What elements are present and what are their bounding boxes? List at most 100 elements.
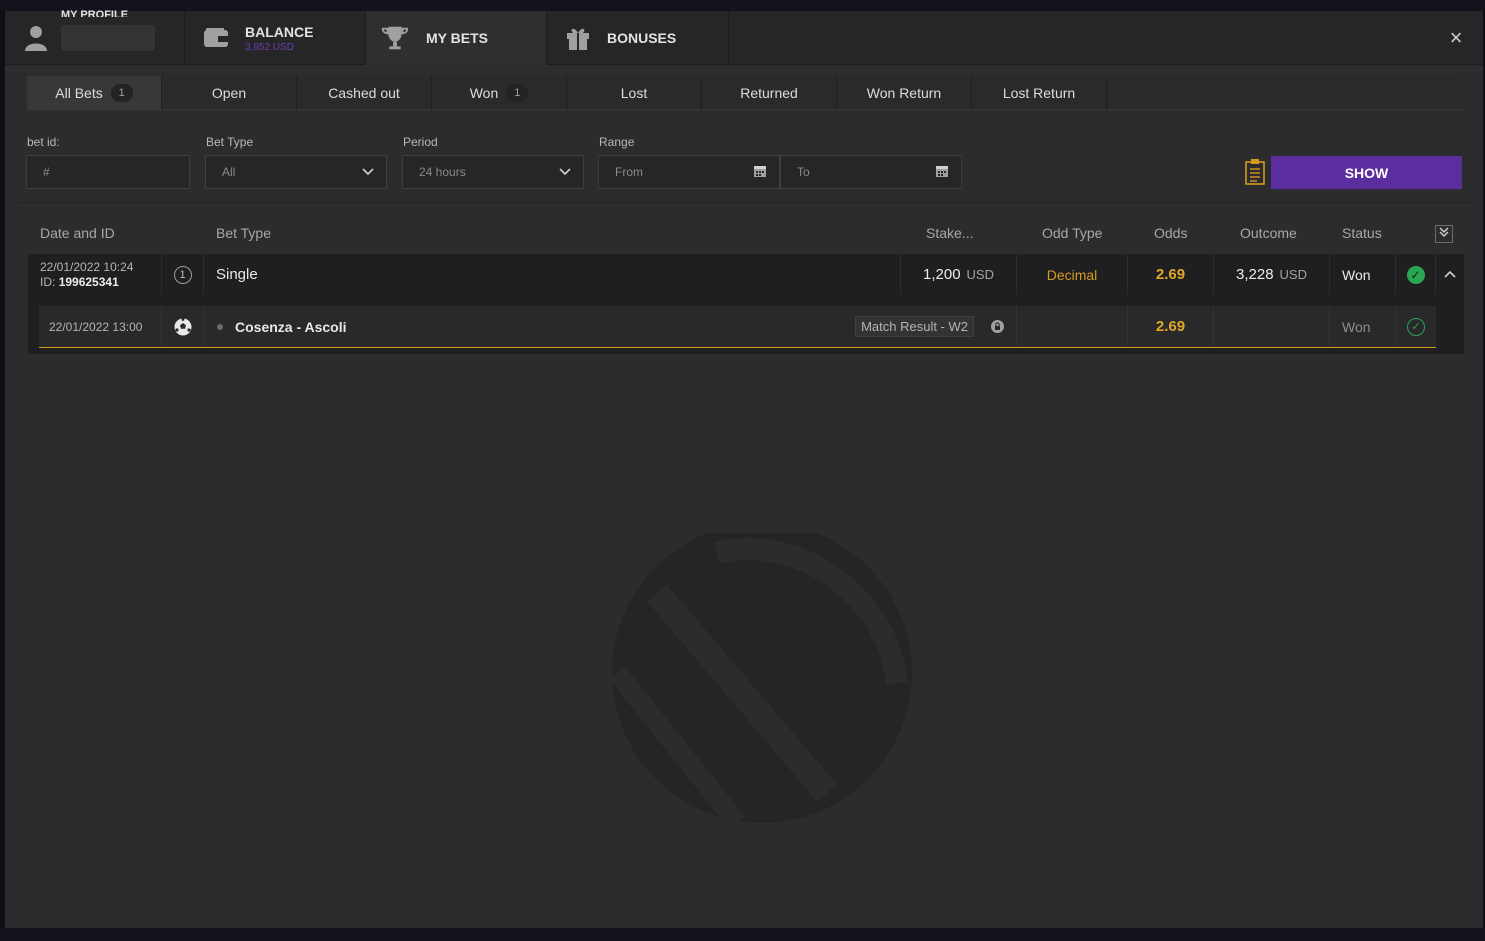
- bet-id-prefix: ID:: [40, 274, 56, 289]
- range-to-input[interactable]: To: [780, 155, 962, 189]
- logo-watermark-icon: [609, 533, 912, 830]
- lock-icon: [991, 320, 1004, 333]
- bet-count-cell: 1: [162, 254, 204, 295]
- bet-id-label: bet id:: [27, 135, 60, 149]
- balance-amount: 3,952 USD: [245, 41, 294, 53]
- sport-cell: [162, 306, 204, 347]
- filter-tab-cashed-out[interactable]: Cashed out: [297, 76, 432, 110]
- bets-table: Date and ID Bet Type Stake... Odd Type O…: [17, 202, 1474, 916]
- status-cell: Won: [1330, 254, 1396, 295]
- filter-tab-won-return[interactable]: Won Return: [837, 76, 972, 110]
- selection-date-cell: 22/01/2022 13:00: [39, 306, 162, 347]
- bet-type-label: Bet Type: [206, 135, 254, 149]
- chevron-down-icon: [559, 165, 571, 180]
- filter-tab-open[interactable]: Open: [162, 76, 297, 110]
- odd-type-value: Decimal: [1046, 266, 1098, 283]
- range-from-input[interactable]: From: [598, 155, 780, 189]
- filter-tab-label: Won: [469, 85, 499, 101]
- filter-tab-lost-return[interactable]: Lost Return: [972, 76, 1107, 110]
- bet-id: 199625341: [58, 274, 119, 289]
- selection-status: Won: [1342, 318, 1371, 335]
- filter-count-badge: 1: [506, 84, 529, 102]
- outcome-amount: 3,228: [1236, 266, 1274, 283]
- odd-type-cell: Decimal: [1017, 254, 1128, 295]
- bet-type-value: All: [222, 165, 236, 179]
- chevron-down-icon: [362, 165, 374, 180]
- range-to-placeholder: To: [797, 165, 810, 179]
- close-icon: ×: [1449, 25, 1463, 50]
- column-outcome[interactable]: Outcome: [1240, 213, 1297, 253]
- chevron-up-icon: [1444, 270, 1456, 278]
- selection-odds: 2.69: [1155, 318, 1186, 335]
- filters-panel: All Bets 1 Open Cashed out Won 1 Lost Retu…: [17, 76, 1474, 202]
- close-button[interactable]: ×: [1445, 27, 1467, 49]
- event-cell: Cosenza - Ascoli Match Result - W2: [204, 306, 1017, 347]
- filter-tab-label: Returned: [740, 85, 798, 101]
- bet-type-cell: Single: [204, 254, 901, 295]
- trophy-icon: [380, 23, 410, 53]
- filter-tab-all-bets[interactable]: All Bets 1: [27, 76, 162, 110]
- bet-id-placeholder: #: [43, 165, 50, 179]
- bet-date-id-cell: 22/01/2022 10:24 ID: 199625341: [28, 254, 162, 295]
- table-row[interactable]: 22/01/2022 10:24 ID: 199625341 1 Single …: [28, 254, 1464, 295]
- status-filter-tabs: All Bets 1 Open Cashed out Won 1 Lost Retu…: [27, 76, 1463, 110]
- selection-odd-type-cell: [1017, 306, 1128, 347]
- filter-tab-won[interactable]: Won 1: [432, 76, 567, 110]
- wallet-icon: [201, 23, 231, 53]
- selection-status-cell: Won: [1330, 306, 1396, 347]
- tab-my-bets-label: MY BETS: [426, 30, 488, 46]
- column-status[interactable]: Status: [1342, 213, 1382, 253]
- tab-my-profile[interactable]: MY PROFILE: [5, 9, 185, 65]
- background-top: [0, 0, 1485, 11]
- bet-type-value: Single: [216, 266, 258, 283]
- event-name: Cosenza - Ascoli: [235, 318, 347, 335]
- filter-tab-returned[interactable]: Returned: [702, 76, 837, 110]
- period-select[interactable]: 24 hours: [402, 155, 584, 189]
- column-odd-type[interactable]: Odd Type: [1042, 213, 1102, 253]
- market-label: Match Result - W2: [855, 316, 974, 337]
- status-value: Won: [1342, 266, 1371, 283]
- filter-tab-label: Cashed out: [328, 85, 400, 101]
- stake-currency: USD: [966, 267, 994, 282]
- selection-row[interactable]: 22/01/2022 13:00 Cosenza - Ascoli Match …: [39, 306, 1436, 348]
- outcome-currency: USD: [1279, 267, 1307, 282]
- column-bet-type[interactable]: Bet Type: [216, 213, 271, 253]
- period-label: Period: [403, 135, 438, 149]
- show-button[interactable]: SHOW: [1271, 156, 1462, 189]
- tab-balance[interactable]: BALANCE 3,952 USD: [185, 11, 366, 65]
- tab-bonuses-label: BONUSES: [607, 30, 677, 46]
- profile-name-redacted: [61, 25, 155, 51]
- stake-amount: 1,200: [923, 266, 961, 283]
- column-date-id[interactable]: Date and ID: [40, 213, 115, 253]
- background-bottom: [0, 928, 1485, 941]
- soccer-ball-icon: [174, 317, 191, 335]
- double-chevron-down-icon: [1439, 227, 1449, 238]
- outcome-cell: 3,228 USD: [1214, 254, 1330, 295]
- column-stake[interactable]: Stake...: [926, 213, 973, 253]
- clipboard-icon[interactable]: [1244, 158, 1266, 186]
- range-label: Range: [599, 135, 635, 149]
- selection-status-icon-cell: ✓: [1396, 306, 1436, 347]
- tab-bonuses[interactable]: BONUSES: [547, 11, 729, 65]
- expand-all-button[interactable]: [1435, 225, 1453, 243]
- filter-tab-lost[interactable]: Lost: [567, 76, 702, 110]
- column-odds[interactable]: Odds: [1154, 213, 1187, 253]
- tab-my-profile-label: MY PROFILE: [61, 9, 129, 17]
- tab-balance-label: BALANCE: [245, 23, 314, 40]
- stake-cell: 1,200 USD: [901, 254, 1017, 295]
- collapse-button[interactable]: [1436, 254, 1464, 295]
- tab-my-bets[interactable]: MY BETS: [366, 11, 547, 65]
- check-circle-outline-icon: ✓: [1407, 317, 1425, 336]
- calendar-icon[interactable]: [753, 164, 767, 178]
- filter-tab-label: Lost: [620, 85, 648, 101]
- event-bullet: [217, 323, 223, 330]
- bet-id-input[interactable]: #: [26, 155, 190, 189]
- calendar-icon[interactable]: [935, 164, 949, 178]
- gift-icon: [563, 23, 593, 53]
- selection-outcome-cell: [1214, 306, 1330, 347]
- period-value: 24 hours: [419, 165, 466, 179]
- bet-type-select[interactable]: All: [205, 155, 387, 189]
- selection-odds-cell: 2.69: [1128, 306, 1214, 347]
- odds-cell: 2.69: [1128, 254, 1214, 295]
- filter-tab-label: Won Return: [866, 85, 942, 101]
